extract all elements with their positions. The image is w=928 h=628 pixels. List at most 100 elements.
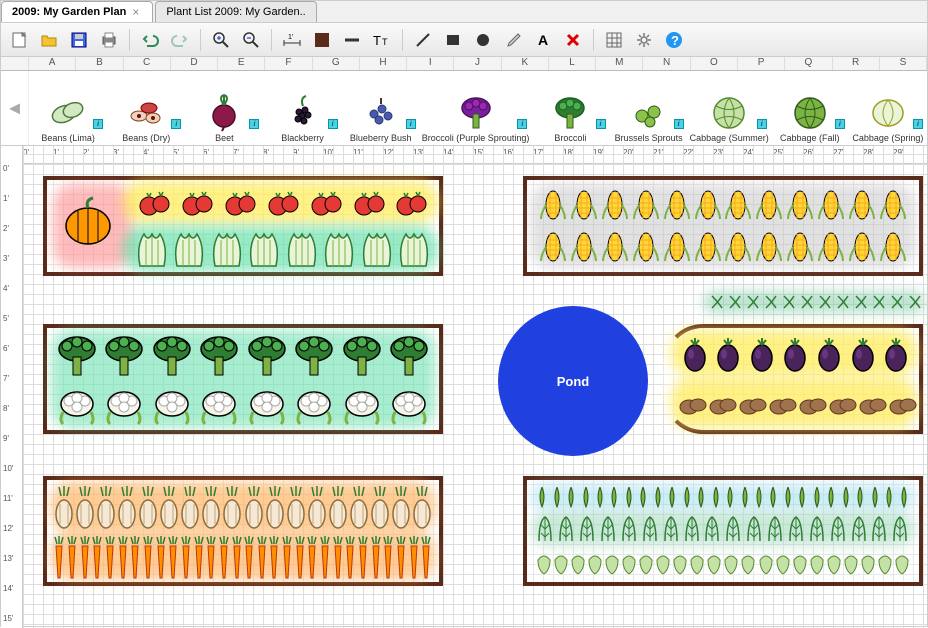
carrot-row[interactable]: [53, 532, 433, 582]
info-badge[interactable]: i: [674, 119, 684, 129]
col-header: H: [360, 57, 407, 70]
plant-palette-item[interactable]: i Broccoli (Purple Sprouting): [420, 71, 532, 145]
plant-label: Beans (Lima): [41, 133, 95, 143]
plant-label: Brussels Sprouts: [615, 133, 683, 143]
print-button[interactable]: [97, 28, 121, 52]
col-header: K: [502, 57, 549, 70]
plant-label: Beans (Dry): [122, 133, 170, 143]
info-badge[interactable]: i: [517, 119, 527, 129]
settings-button[interactable]: [632, 28, 656, 52]
save-button[interactable]: [67, 28, 91, 52]
plant-palette-item[interactable]: iBlackberry: [263, 71, 341, 145]
vertical-ruler: 0'1'2'3'4'5'6'7'8'9'10'11'12'13'14'15': [1, 146, 23, 628]
fill-color-button[interactable]: [310, 28, 334, 52]
circle-tool-button[interactable]: [471, 28, 495, 52]
measure-button[interactable]: 1': [280, 28, 304, 52]
info-badge[interactable]: i: [835, 119, 845, 129]
info-badge[interactable]: i: [913, 119, 923, 129]
blackberry-icon: [283, 93, 323, 133]
pond[interactable]: Pond: [498, 306, 648, 456]
corn-row[interactable]: [538, 228, 908, 266]
plant-palette-item[interactable]: i Brussels Sprouts: [610, 71, 688, 145]
svg-text:T: T: [382, 37, 388, 47]
blueberry-icon: [361, 93, 401, 133]
info-badge[interactable]: i: [596, 119, 606, 129]
svg-text:T: T: [373, 33, 381, 48]
info-badge[interactable]: i: [171, 119, 181, 129]
info-badge[interactable]: i: [93, 119, 103, 129]
help-button[interactable]: ?: [662, 28, 686, 52]
column-headers: ABCDEFGHIJKLMNOPQRS: [1, 57, 927, 71]
plant-label: Cabbage (Spring): [852, 133, 923, 143]
text-size-button[interactable]: TT: [370, 28, 394, 52]
cabbage-spring-icon: [868, 93, 908, 133]
cauliflower-row[interactable]: [53, 382, 433, 430]
plant-palette-item[interactable]: iCabbage (Summer): [688, 71, 771, 145]
text-tool-button[interactable]: A: [531, 28, 555, 52]
zoom-out-button[interactable]: [239, 28, 263, 52]
close-tab-icon[interactable]: ×: [132, 7, 142, 17]
col-header: E: [218, 57, 265, 70]
info-badge[interactable]: i: [249, 119, 259, 129]
broccoli-icon: [550, 93, 590, 133]
svg-text:?: ?: [671, 33, 679, 48]
beans-strip[interactable]: [708, 291, 923, 313]
corn-row[interactable]: [538, 186, 908, 224]
col-header: F: [265, 57, 312, 70]
peas-row[interactable]: [535, 484, 911, 510]
potato-row[interactable]: [678, 384, 913, 428]
tomato-row[interactable]: [133, 184, 433, 222]
plant-palette-item[interactable]: iCabbage (Fall): [771, 71, 849, 145]
col-header: P: [738, 57, 785, 70]
col-header: A: [29, 57, 76, 70]
redo-button[interactable]: [168, 28, 192, 52]
grid-button[interactable]: [602, 28, 626, 52]
plant-label: Broccoli (Purple Sprouting): [422, 133, 530, 143]
col-header: D: [171, 57, 218, 70]
col-header: C: [124, 57, 171, 70]
greens-row[interactable]: [535, 514, 911, 544]
plant-palette-item[interactable]: i Beans (Lima): [29, 71, 107, 145]
cabbage-summer-icon: [709, 93, 749, 133]
new-button[interactable]: [7, 28, 31, 52]
broccoli-row[interactable]: [53, 331, 433, 381]
tab-garden-plan[interactable]: 2009: My Garden Plan ×: [1, 1, 153, 22]
line-weight-button[interactable]: [340, 28, 364, 52]
brussels-icon: [629, 93, 669, 133]
plant-palette-item[interactable]: iBroccoli: [531, 71, 609, 145]
col-header: S: [880, 57, 927, 70]
col-header: O: [691, 57, 738, 70]
plant-palette-item[interactable]: i Beet: [185, 71, 263, 145]
col-header: I: [407, 57, 454, 70]
rect-tool-button[interactable]: [441, 28, 465, 52]
col-header: B: [76, 57, 123, 70]
plant-label: Beet: [215, 133, 234, 143]
open-button[interactable]: [37, 28, 61, 52]
lettuce-row[interactable]: [133, 226, 433, 272]
onion-row[interactable]: [53, 482, 433, 532]
broccoli-purple-icon: [456, 93, 496, 133]
info-badge[interactable]: i: [328, 119, 338, 129]
beans-dry-icon: [126, 93, 166, 133]
col-header: M: [596, 57, 643, 70]
eggplant-row[interactable]: [678, 334, 913, 374]
undo-button[interactable]: [138, 28, 162, 52]
pumpkin-icon[interactable]: [63, 196, 113, 246]
tab-plant-list[interactable]: Plant List 2009: My Garden..: [155, 1, 316, 22]
canvas[interactable]: 0'1'2'3'4'5'6'7'8'9'10'11'12'13'14'15' 0…: [1, 146, 927, 628]
plant-palette-item[interactable]: i Cabbage (Spring): [849, 71, 927, 145]
line-tool-button[interactable]: [411, 28, 435, 52]
svg-text:A: A: [538, 32, 548, 48]
info-badge[interactable]: i: [757, 119, 767, 129]
col-header: L: [549, 57, 596, 70]
beet-icon: [204, 93, 244, 133]
zoom-in-button[interactable]: [209, 28, 233, 52]
plant-palette-item[interactable]: iBlueberry Bush: [342, 71, 420, 145]
paint-tool-button[interactable]: [501, 28, 525, 52]
delete-button[interactable]: [561, 28, 585, 52]
info-badge[interactable]: i: [406, 119, 416, 129]
greens-row-2[interactable]: [535, 548, 911, 578]
palette-back-button[interactable]: ◄: [1, 71, 29, 145]
toolbar: 1' TT A ?: [1, 23, 927, 57]
plant-palette-item[interactable]: iBeans (Dry): [107, 71, 185, 145]
